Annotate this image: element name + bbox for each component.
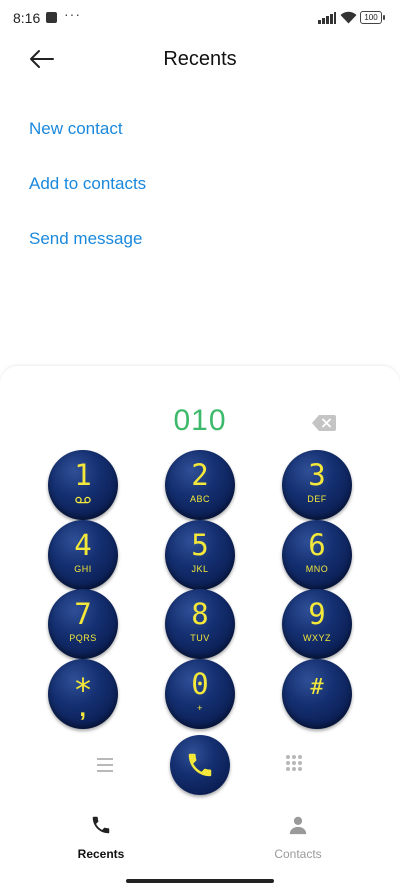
dialed-number: 010 (173, 404, 227, 437)
home-indicator[interactable] (126, 879, 274, 883)
key-9[interactable]: 9 WXYZ (282, 589, 352, 659)
key-digit: 8 (191, 597, 209, 631)
key-letters: PQRS (69, 633, 97, 643)
add-to-contacts-link[interactable]: Add to contacts (29, 174, 146, 194)
key-digit: 9 (308, 597, 326, 631)
key-letters: TUV (190, 633, 210, 643)
call-button[interactable] (170, 735, 230, 795)
key-3[interactable]: 3 DEF (282, 450, 352, 520)
key-letters: DEF (307, 494, 327, 504)
key-letters: ABC (189, 494, 210, 504)
key-0[interactable]: 0 + (165, 659, 235, 729)
key-digit: # (310, 675, 324, 700)
battery-level: 100 (364, 13, 378, 22)
backspace-icon[interactable] (312, 415, 336, 431)
person-icon (289, 816, 307, 835)
more-notifications-icon: ··· (64, 6, 81, 22)
phone-icon (188, 753, 212, 777)
key-letters: MNO (305, 564, 329, 574)
key-7[interactable]: 7 PQRS (48, 589, 118, 659)
tab-contacts[interactable]: Contacts (238, 814, 358, 861)
key-star[interactable]: * , (48, 659, 118, 729)
key-letters: , (79, 695, 87, 722)
key-letters: WXYZ (303, 633, 331, 643)
key-5[interactable]: 5 JKL (165, 520, 235, 590)
menu-icon[interactable] (97, 757, 115, 773)
key-letters: + (197, 703, 203, 713)
tab-recents[interactable]: Recents (41, 814, 161, 861)
key-letters: GHI (74, 564, 92, 574)
tab-contacts-label: Contacts (274, 847, 322, 861)
voicemail-icon (75, 496, 91, 504)
key-8[interactable]: 8 TUV (165, 589, 235, 659)
key-digit: 0 (191, 667, 209, 701)
phone-icon (92, 816, 110, 834)
key-4[interactable]: 4 GHI (48, 520, 118, 590)
dialpad-icon[interactable] (286, 755, 302, 773)
key-letters: JKL (191, 564, 209, 574)
key-1[interactable]: 1 (48, 450, 118, 520)
send-message-link[interactable]: Send message (29, 229, 142, 249)
tab-recents-label: Recents (77, 847, 125, 861)
key-digit: 5 (191, 528, 209, 562)
key-hash[interactable]: # (282, 659, 352, 729)
key-digit: 4 (74, 528, 92, 562)
battery-icon: 100 (360, 11, 385, 24)
key-2[interactable]: 2 ABC (165, 450, 235, 520)
status-bar: 8:16 ··· 100 (0, 0, 400, 36)
key-digit: 1 (74, 458, 92, 492)
new-contact-link[interactable]: New contact (29, 119, 123, 139)
page-title: Recents (163, 48, 237, 70)
notification-icon (46, 12, 57, 23)
wifi-icon (340, 11, 357, 24)
key-digit: 7 (74, 597, 92, 631)
key-digit: 6 (308, 528, 326, 562)
status-time: 8:16 (13, 10, 41, 26)
key-digit: 2 (191, 458, 209, 492)
key-6[interactable]: 6 MNO (282, 520, 352, 590)
key-digit: 3 (308, 458, 326, 492)
signal-icon (318, 12, 336, 24)
